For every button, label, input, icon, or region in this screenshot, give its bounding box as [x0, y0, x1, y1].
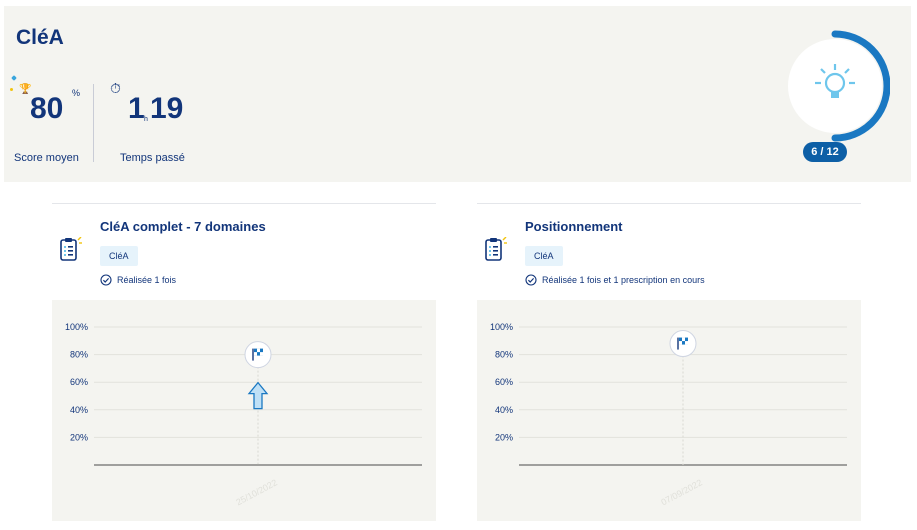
y-tick-label: 80%: [495, 350, 513, 360]
card-separator: [477, 203, 861, 204]
card-title: CléA complet - 7 domaines: [100, 219, 266, 234]
y-tick-label: 60%: [70, 377, 88, 387]
activity-card[interactable]: Positionnement CléA Réalisée 1 fois et 1…: [477, 203, 861, 521]
score-chart: 100% 80% 60% 40% 20% 25/10/2022: [52, 300, 436, 521]
flag-check: [682, 337, 685, 342]
flag-check: [685, 341, 688, 345]
score-value: 80: [30, 92, 64, 125]
y-tick-label: 60%: [495, 377, 513, 387]
card-status-text: Réalisée 1 fois: [117, 275, 177, 285]
activity-card[interactable]: CléA complet - 7 domaines CléA Réalisée …: [52, 203, 436, 521]
score-unit: %: [72, 88, 81, 98]
time-label: Temps passé: [120, 152, 185, 164]
flag-check: [254, 352, 257, 356]
card-tag: CléA: [100, 246, 138, 266]
y-tick-label: 100%: [65, 322, 88, 332]
card-status-text: Réalisée 1 fois et 1 prescription en cou…: [542, 275, 705, 285]
time-minutes: 19: [150, 92, 184, 125]
time-hours-unit: h: [144, 116, 148, 123]
flag-check: [257, 348, 260, 353]
sparkle-dot-icon: [10, 88, 13, 91]
clipboard-checklist-icon: [485, 237, 507, 261]
y-tick-label: 20%: [495, 432, 513, 442]
y-tick-label: 40%: [70, 405, 88, 415]
flag-check: [679, 341, 682, 345]
check-circle-icon: [525, 274, 537, 286]
card-separator: [52, 203, 436, 204]
header-panel: CléA 🏆 80 % Score moyen ⏱ 1 h 19 Temps p…: [4, 6, 911, 182]
score-chart-svg: 100% 80% 60% 40% 20% 25/10/2022: [65, 322, 422, 507]
card-title: Positionnement: [525, 219, 623, 234]
flag-check: [260, 352, 263, 356]
y-tick-label: 80%: [70, 350, 88, 360]
progress-badge: 6 / 12: [803, 142, 847, 162]
x-tick-label: 07/09/2022: [659, 477, 703, 507]
stat-divider: [93, 84, 94, 162]
score-chart: 100% 80% 60% 40% 20% 07/09/2022: [477, 300, 861, 521]
progress-ring-bg: [788, 39, 882, 133]
sparkle-icon: [11, 75, 17, 81]
score-label: Score moyen: [14, 152, 79, 164]
y-tick-label: 20%: [70, 432, 88, 442]
score-stat: 🏆 80 % Score moyen: [4, 75, 94, 168]
x-tick-label: 25/10/2022: [234, 477, 278, 507]
time-hours: 1: [128, 92, 145, 125]
check-circle-icon: [100, 274, 112, 286]
score-chart-svg: 100% 80% 60% 40% 20% 07/09/2022: [490, 322, 847, 507]
stopwatch-icon: ⏱: [110, 80, 121, 96]
y-tick-label: 40%: [495, 405, 513, 415]
arrow-up-icon: [247, 381, 269, 410]
page-title: CléA: [16, 26, 64, 49]
clipboard-checklist-icon: [60, 237, 82, 261]
time-stat: ⏱ 1 h 19 Temps passé: [104, 76, 224, 168]
card-tag: CléA: [525, 246, 563, 266]
y-tick-label: 100%: [490, 322, 513, 332]
